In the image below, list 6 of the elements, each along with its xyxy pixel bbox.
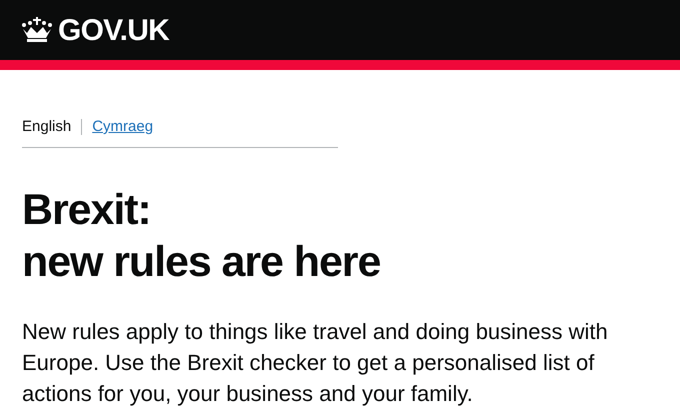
crown-icon <box>20 16 54 44</box>
site-logo[interactable]: GOV.UK <box>58 8 170 52</box>
intro-paragraph: New rules apply to things like travel and doing business with Europe. Use the Brexit checker to get a personalised list of actions for you, your business and your family. <box>22 318 609 408</box>
language-label: English <box>22 117 72 137</box>
page-heading: Brexit: new rules are here <box>22 184 382 288</box>
language-link[interactable]: Cymraeg <box>92 116 154 138</box>
